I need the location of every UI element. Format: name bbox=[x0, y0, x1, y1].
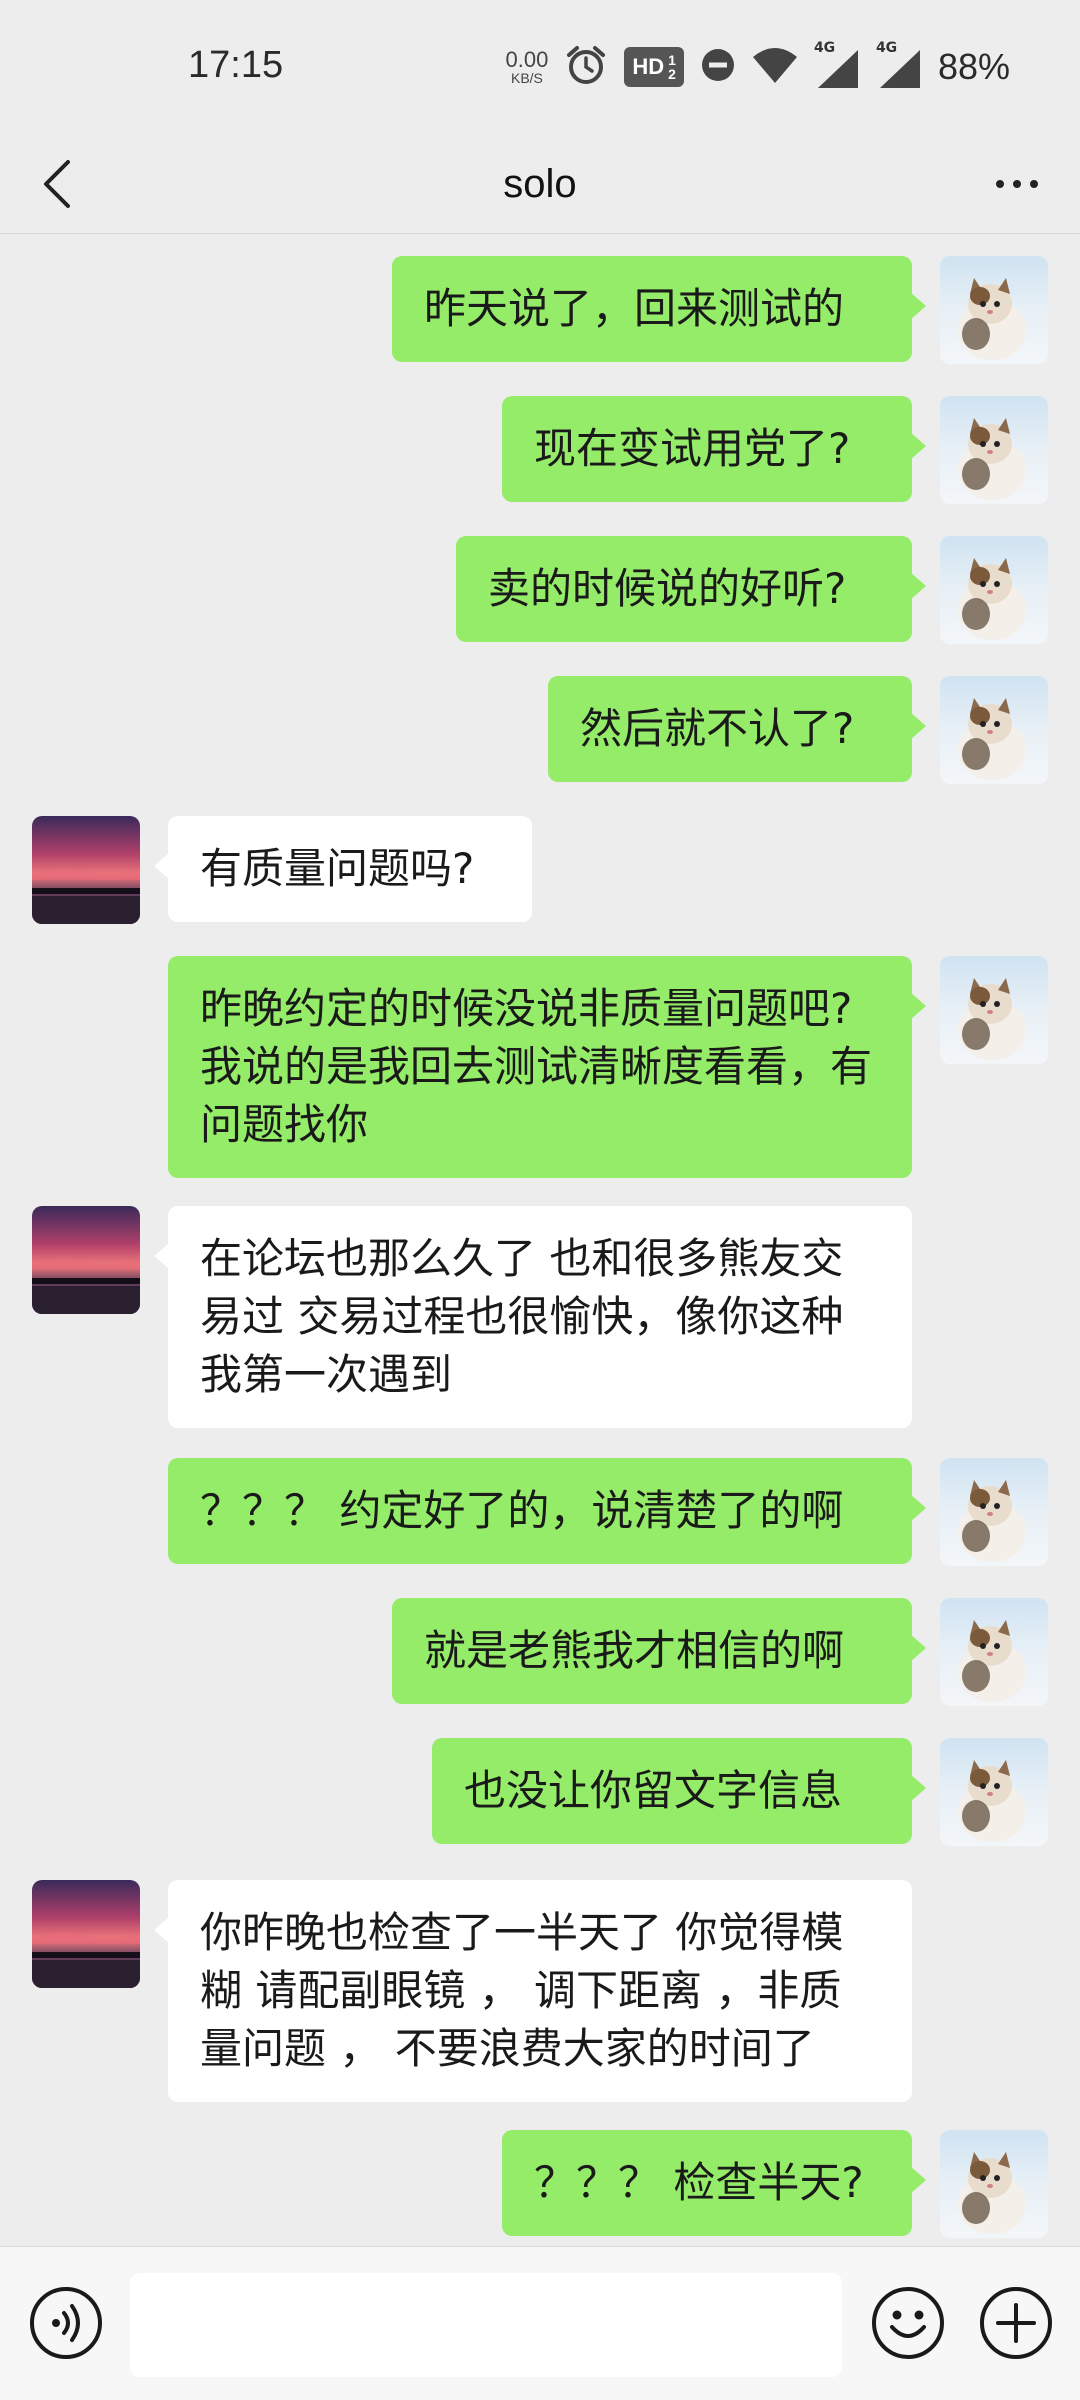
do-not-disturb-icon bbox=[700, 47, 736, 87]
voice-button[interactable] bbox=[28, 2285, 104, 2361]
my-avatar[interactable] bbox=[940, 1598, 1048, 1706]
more-button[interactable] bbox=[982, 154, 1052, 214]
signal-icon: 4G bbox=[876, 40, 922, 90]
message-bubble[interactable]: 有质量问题吗? bbox=[154, 816, 532, 922]
message-bubble[interactable]: 你昨晚也检查了一半天了 你觉得模糊 请配副眼镜 ， 调下距离 ，非质量问题 ， … bbox=[154, 1880, 912, 2102]
message-bubble[interactable]: 现在变试用党了? bbox=[502, 396, 926, 502]
signal-tag: 4G bbox=[813, 40, 836, 56]
message-bubble[interactable]: 昨晚约定的时候没说非质量问题吧? 我说的是我回去测试清晰度看看，有问题找你 bbox=[168, 956, 926, 1178]
hd-fraction: 1 2 bbox=[668, 53, 676, 81]
signal-tag: 4G bbox=[875, 40, 898, 56]
message-bubble[interactable]: 也没让你留文字信息 bbox=[432, 1738, 926, 1844]
chat-header: solo bbox=[0, 134, 1080, 234]
more-dot bbox=[996, 180, 1004, 188]
hd-frac-top: 1 bbox=[668, 52, 676, 68]
plus-button[interactable] bbox=[978, 2285, 1054, 2361]
voice-icon bbox=[30, 2287, 102, 2359]
status-time: 17:15 bbox=[188, 44, 284, 86]
status-bar: 17:15 0.00 KB/S HD 1 2 4G 4G 88% bbox=[0, 0, 1080, 134]
plus-icon bbox=[980, 2287, 1052, 2359]
contact-avatar[interactable] bbox=[32, 816, 140, 924]
my-avatar[interactable] bbox=[940, 2130, 1048, 2238]
my-avatar[interactable] bbox=[940, 956, 1048, 1064]
chat-title: solo bbox=[503, 162, 577, 206]
message-input[interactable] bbox=[130, 2273, 842, 2377]
message-bubble[interactable]: ？？？ 约定好了的，说清楚了的啊 bbox=[168, 1458, 926, 1564]
more-dot bbox=[1013, 180, 1021, 188]
status-icons: 0.00 KB/S HD 1 2 4G 4G 88% bbox=[506, 40, 1010, 94]
message-bubble[interactable]: ？？？ 检查半天? bbox=[502, 2130, 926, 2236]
hd-frac-bottom: 2 bbox=[668, 66, 676, 82]
message-list[interactable]: 昨天说了，回来测试的 现在变试用党了? 卖的时候说的好听? 然后就不认了? 有质… bbox=[0, 234, 1080, 2246]
contact-avatar[interactable] bbox=[32, 1206, 140, 1314]
message-bubble[interactable]: 然后就不认了? bbox=[548, 676, 926, 782]
more-dot bbox=[1030, 180, 1038, 188]
emoji-icon bbox=[872, 2287, 944, 2359]
message-bubble[interactable]: 在论坛也那么久了 也和很多熊友交易过 交易过程也很愉快，像你这种我第一次遇到 bbox=[154, 1206, 912, 1428]
input-bar bbox=[0, 2246, 1080, 2400]
message-bubble[interactable]: 就是老熊我才相信的啊 bbox=[392, 1598, 926, 1704]
message-bubble[interactable]: 昨天说了，回来测试的 bbox=[392, 256, 926, 362]
my-avatar[interactable] bbox=[940, 676, 1048, 784]
my-avatar[interactable] bbox=[940, 396, 1048, 504]
my-avatar[interactable] bbox=[940, 536, 1048, 644]
hd-label: HD bbox=[632, 54, 665, 79]
my-avatar[interactable] bbox=[940, 1738, 1048, 1846]
message-bubble[interactable]: 卖的时候说的好听? bbox=[456, 536, 926, 642]
my-avatar[interactable] bbox=[940, 256, 1048, 364]
alarm-icon bbox=[564, 43, 608, 91]
battery-level: 88% bbox=[937, 46, 1010, 87]
network-speed-value: 0.00 bbox=[505, 47, 549, 72]
network-speed-unit: KB/S bbox=[510, 70, 543, 86]
hd-voice-icon: HD 1 2 bbox=[624, 47, 684, 87]
my-avatar[interactable] bbox=[940, 1458, 1048, 1566]
signal-icon: 4G bbox=[814, 40, 860, 90]
wifi-icon bbox=[752, 45, 798, 89]
contact-avatar[interactable] bbox=[32, 1880, 140, 1988]
emoji-button[interactable] bbox=[870, 2285, 946, 2361]
network-speed: 0.00 KB/S bbox=[505, 47, 549, 86]
